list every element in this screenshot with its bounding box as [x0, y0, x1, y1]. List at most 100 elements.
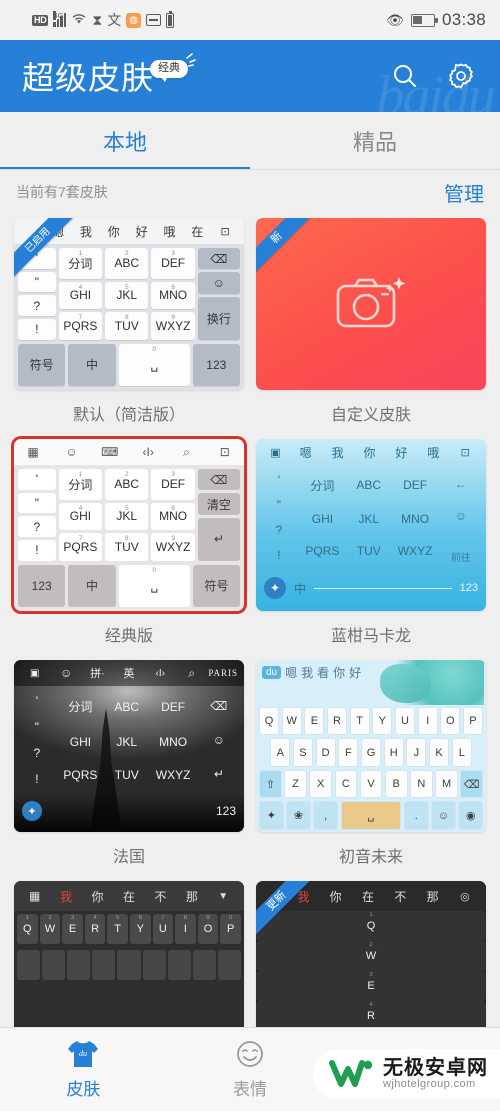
emoji-icon: ☺ [431, 801, 456, 830]
alarm-icon: ◍ [126, 12, 142, 28]
backspace-key: ⌫ [210, 698, 228, 713]
tab-featured[interactable]: 精品 [250, 112, 500, 170]
skin-card-paris[interactable]: ▣ ☺ 拼· 英 ‹I› ⌕ PARIS ' " ? ! 分词 ABC DEF … [14, 660, 244, 881]
nav-item-emoji[interactable]: 表情 [167, 1028, 334, 1111]
key: 8 TUV [105, 312, 149, 340]
key: 6 MNO [151, 502, 195, 531]
key: GHI [69, 734, 92, 749]
keyboard-bottom-row: 符号 中 0 ␣ 123 [14, 343, 244, 390]
keyboard-row: A S D F G H J K L [259, 738, 483, 767]
key [17, 950, 41, 980]
battery-icon [410, 13, 438, 27]
candidate: 在 [191, 224, 204, 239]
skin-thumbnail[interactable]: 已启用 嗯 我 你 好 哦 在 ⊡ ' [14, 218, 244, 390]
du-icon: ▣ [270, 446, 281, 459]
skin-card-miku[interactable]: du 嗯 我 看 你 好 Q W E R T Y U I O P A S D F… [256, 660, 486, 881]
qwerty-rows: Q W E R T Y U I O P A S D F G H J K L ⇧ … [256, 705, 486, 832]
key: V [359, 769, 383, 799]
key: 9O [197, 914, 219, 944]
gear-icon[interactable] [444, 59, 478, 93]
new-ribbon: 新 [256, 218, 332, 294]
key: 5 JKL [105, 281, 149, 310]
tab-local[interactable]: 本地 [0, 112, 250, 170]
clear-key: 清空 [197, 493, 240, 515]
manage-button[interactable]: 管理 [444, 178, 484, 207]
function-column: ⌫ ☺ ↵ [198, 690, 240, 790]
candidate: 嗯 [285, 666, 298, 680]
clock: 03:38 [441, 10, 486, 29]
key: 3 DEF [151, 469, 195, 500]
key: ! [18, 318, 56, 340]
skin-card-classic[interactable]: ▦ ☺ ⌨ ‹I› ⌕ ⊡ ' " ? ! 1 分词 2 ABC 3 DEF 4… [14, 439, 244, 660]
key: L [451, 738, 472, 767]
key: 2 ABC [105, 248, 149, 279]
skin-name: 蓝柑马卡龙 [330, 628, 411, 645]
enter-key: 换行 [197, 296, 240, 340]
key: Q [258, 706, 280, 736]
key: J [406, 738, 427, 767]
key: ' [18, 469, 56, 490]
key: 6Y [129, 914, 151, 944]
t9-keys: 分词 ABC DEF GHI JKL MNO PQRS TUV WXYZ [301, 469, 437, 566]
nav-item-skin[interactable]: du 皮肤 [0, 1028, 167, 1111]
key: 7 PQRS [58, 312, 103, 340]
skin-name: 法国 [112, 849, 145, 866]
key: ' [277, 472, 281, 487]
key: K [428, 738, 450, 767]
key [67, 950, 91, 980]
key: DEF [403, 478, 428, 493]
key: ? [18, 295, 56, 316]
key: Z [284, 769, 307, 799]
collapse-icon: ⊡ [460, 446, 470, 459]
key [92, 950, 116, 980]
candidate: 你 [91, 889, 104, 904]
keyboard-row: ✦ ❀ , ␣ . ☺ ◉ [259, 801, 483, 830]
skin-card-default[interactable]: 已启用 嗯 我 你 好 哦 在 ⊡ ' [14, 218, 244, 439]
skin-thumbnail[interactable]: ▣ ☺ 拼· 英 ‹I› ⌕ PARIS ' " ? ! 分词 ABC DEF … [14, 660, 244, 832]
key: 7U [152, 914, 174, 944]
tab-local-label: 本地 [102, 130, 147, 155]
keyboard-preview: ▣ ☺ 拼· 英 ‹I› ⌕ PARIS ' " ? ! 分词 ABC DEF … [14, 660, 244, 832]
key: ! [18, 539, 56, 561]
backspace-key: ⌫ [197, 469, 240, 491]
key: 分词 [68, 700, 93, 715]
search-icon: ⌕ [183, 444, 190, 459]
key: 1Q [17, 914, 38, 944]
key: ? [18, 516, 56, 537]
toolbar: ▣ ☺ 拼· 英 ‹I› ⌕ PARIS [14, 660, 244, 686]
t9-keys: 分词 ABC DEF GHI JKL MNO PQRS TUV WXYZ [59, 690, 195, 790]
emoji-key: ☺ [197, 272, 240, 294]
key: JKL [116, 734, 138, 749]
skin-thumbnail[interactable]: du 嗯 我 看 你 好 Q W E R T Y U I O P A S D F… [256, 660, 486, 832]
key: PQRS [63, 767, 98, 782]
skin-card-macaron[interactable]: ▣ 嗯 我 你 好 哦 ⊡ ' " ? ! 分词 ABC DEF GHI JKL… [256, 439, 486, 660]
key: WXYZ [397, 544, 433, 559]
keyboard-row: Q W E R T Y U I O P [258, 706, 484, 736]
skin-count-text: 当前有7套皮肤 [16, 184, 108, 200]
key: " [18, 492, 56, 514]
search-icon[interactable] [388, 59, 422, 93]
key: 3E [62, 914, 83, 944]
classic-badge-label: 经典 [158, 62, 181, 74]
skin-thumbnail[interactable]: 新 [256, 218, 486, 390]
keyboard-body: ' " ? ! 分词 ABC DEF GHI JKL MNO PQRS TUV … [14, 686, 244, 794]
lang-key: 中 [68, 564, 116, 607]
emoji-icon [237, 1041, 263, 1067]
cursor-icon: ‹I› [142, 445, 154, 459]
collapse-icon: ⊡ [219, 445, 230, 459]
watermark-title: 无极安卓网 [383, 1056, 488, 1079]
key: ? [275, 522, 283, 537]
shift-key: ⇧ [258, 769, 282, 799]
keyboard-preview: ▣ 嗯 我 你 好 哦 ⊡ ' " ? ! 分词 ABC DEF GHI JKL… [256, 439, 486, 611]
key: G [360, 738, 382, 767]
skin-thumbnail[interactable]: ▣ 嗯 我 你 好 哦 ⊡ ' " ? ! 分词 ABC DEF GHI JKL… [256, 439, 486, 611]
space-key: 0 ␣ [118, 343, 190, 386]
enter-key: ↵ [197, 517, 240, 561]
skin-count-bar: 当前有7套皮肤 管理 [0, 170, 500, 214]
key: " [276, 497, 281, 512]
skin-card-custom[interactable]: 新 自定义皮肤 [256, 218, 486, 439]
skin-thumbnail[interactable]: ▦ ☺ ⌨ ‹I› ⌕ ⊡ ' " ? ! 1 分词 2 ABC 3 DEF 4… [14, 439, 244, 611]
keyboard-preview: ▦ ☺ ⌨ ‹I› ⌕ ⊡ ' " ? ! 1 分词 2 ABC 3 DEF 4… [14, 439, 244, 611]
keyboard-body: ' " ? ! 1 分词 2 ABC 3 DEF 4 GHI 5 JKL 6 MNO [14, 465, 244, 565]
candidate: 你 [333, 666, 346, 680]
